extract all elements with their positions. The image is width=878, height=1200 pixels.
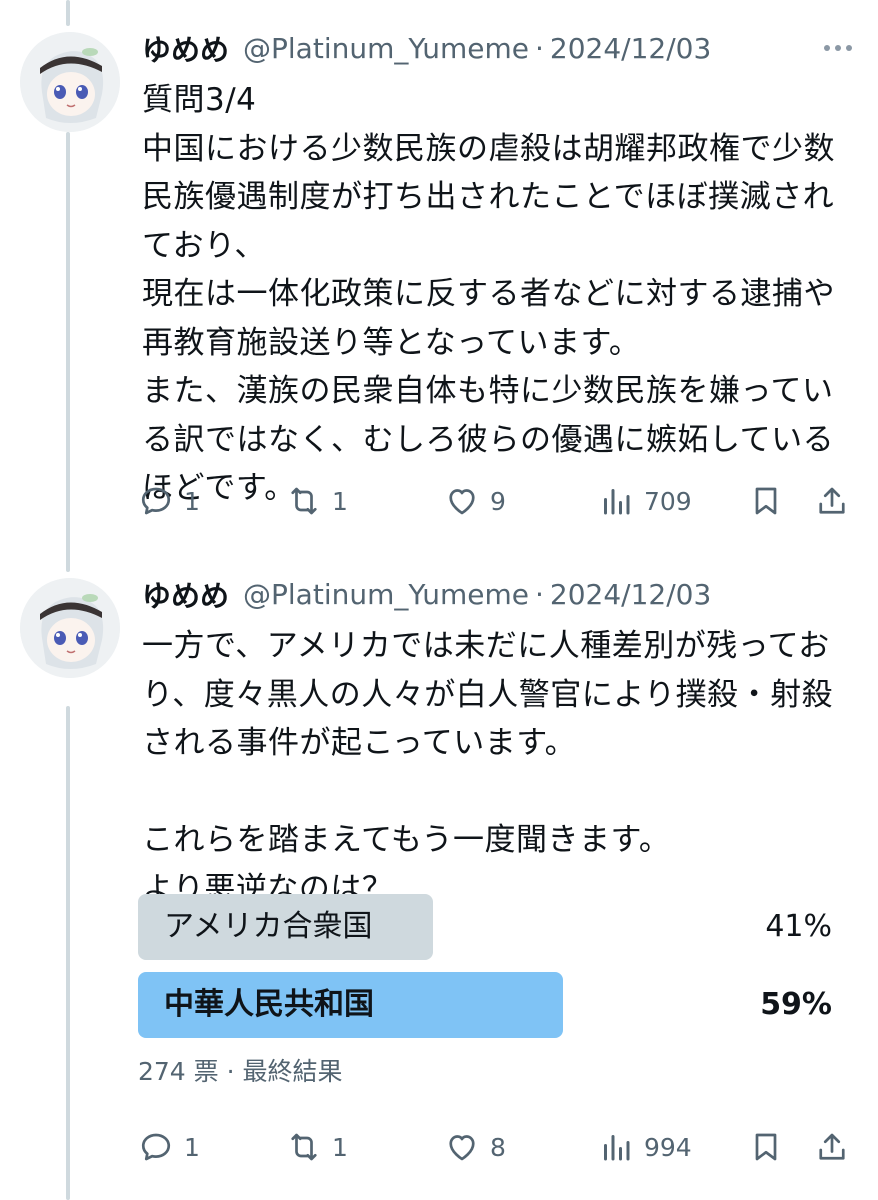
speech-bubble-icon — [141, 1133, 171, 1161]
tweet-header: ゆめめ @Platinum_Yumeme · 2024/12/03 — [142, 574, 858, 614]
poll-option-label: アメリカ合衆国 — [164, 909, 373, 944]
like-button[interactable]: 9 — [444, 476, 506, 526]
bookmark-button[interactable] — [748, 1122, 784, 1172]
bookmark-icon — [755, 1133, 777, 1161]
tweet: ゆめめ @Platinum_Yumeme · 2024/12/03 一方で、アメ… — [0, 570, 878, 1200]
author-handle[interactable]: @Platinum_Yumeme — [243, 578, 529, 611]
views-button[interactable]: 709 — [598, 476, 692, 526]
author-handle[interactable]: @Platinum_Yumeme — [243, 32, 529, 65]
repost-button[interactable]: 1 — [286, 476, 348, 526]
bar-chart-icon — [604, 489, 630, 515]
repost-arrows-icon — [291, 487, 317, 515]
reply-button[interactable]: 1 — [138, 476, 200, 526]
repost-count: 1 — [332, 1132, 348, 1162]
poll-option[interactable]: 中華人民共和国 59% — [138, 972, 832, 1038]
more-dots-icon[interactable] — [818, 32, 858, 64]
avatar[interactable] — [20, 32, 120, 132]
heart-icon — [449, 489, 475, 515]
views-button[interactable]: 994 — [598, 1122, 692, 1172]
speech-bubble-icon — [141, 487, 171, 515]
repost-button[interactable]: 1 — [286, 1122, 348, 1172]
tweet-date[interactable]: 2024/12/03 — [550, 578, 711, 611]
share-upload-icon — [819, 1133, 845, 1160]
poll-option[interactable]: アメリカ合衆国 41% — [138, 894, 832, 960]
poll-option-label: 中華人民共和国 — [164, 987, 374, 1022]
separator-dot: · — [535, 577, 544, 611]
reply-count: 1 — [184, 486, 200, 516]
share-upload-icon — [819, 487, 845, 514]
thread: ゆめめ @Platinum_Yumeme · 2024/12/03 質問3/4 … — [0, 0, 878, 1200]
avatar-image — [20, 32, 120, 132]
tweet-actions: 1 1 9 709 — [138, 476, 858, 526]
tweet-date[interactable]: 2024/12/03 — [550, 32, 711, 65]
poll-option-percent: 41% — [765, 909, 832, 944]
like-button[interactable]: 8 — [444, 1122, 506, 1172]
tweet-text: 質問3/4 中国における少数民族の虐殺は胡耀邦政権で少数民族優遇制度が打ち出され… — [142, 82, 835, 506]
bookmark-icon — [755, 487, 777, 515]
share-button[interactable] — [814, 476, 850, 526]
avatar-image — [20, 578, 120, 678]
like-count: 8 — [490, 1132, 506, 1162]
share-button[interactable] — [814, 1122, 850, 1172]
reply-button[interactable]: 1 — [138, 1122, 200, 1172]
tweet-actions: 1 1 8 994 — [138, 1122, 858, 1172]
bookmark-button[interactable] — [748, 476, 784, 526]
separator-dot: · — [535, 31, 544, 65]
poll-option-percent: 59% — [760, 987, 832, 1022]
author-name[interactable]: ゆめめ — [142, 27, 229, 69]
repost-arrows-icon — [291, 1133, 317, 1161]
poll: アメリカ合衆国 41% 中華人民共和国 59% 274 票 · 最終結果 — [138, 894, 832, 1088]
poll-meta: 274 票 · 最終結果 — [138, 1057, 343, 1086]
view-count: 709 — [644, 486, 692, 516]
heart-icon — [449, 1135, 475, 1161]
tweet: ゆめめ @Platinum_Yumeme · 2024/12/03 質問3/4 … — [0, 0, 878, 560]
repost-count: 1 — [332, 486, 348, 516]
view-count: 994 — [644, 1132, 692, 1162]
like-count: 9 — [490, 486, 506, 516]
bar-chart-icon — [604, 1135, 630, 1161]
author-name[interactable]: ゆめめ — [142, 573, 229, 615]
avatar[interactable] — [20, 578, 120, 678]
tweet-text: 一方で、アメリカでは未だに人種差別が残っており、度々黒人の人々が白人警官により撲… — [142, 628, 834, 907]
tweet-header: ゆめめ @Platinum_Yumeme · 2024/12/03 — [142, 28, 858, 68]
reply-count: 1 — [184, 1132, 200, 1162]
